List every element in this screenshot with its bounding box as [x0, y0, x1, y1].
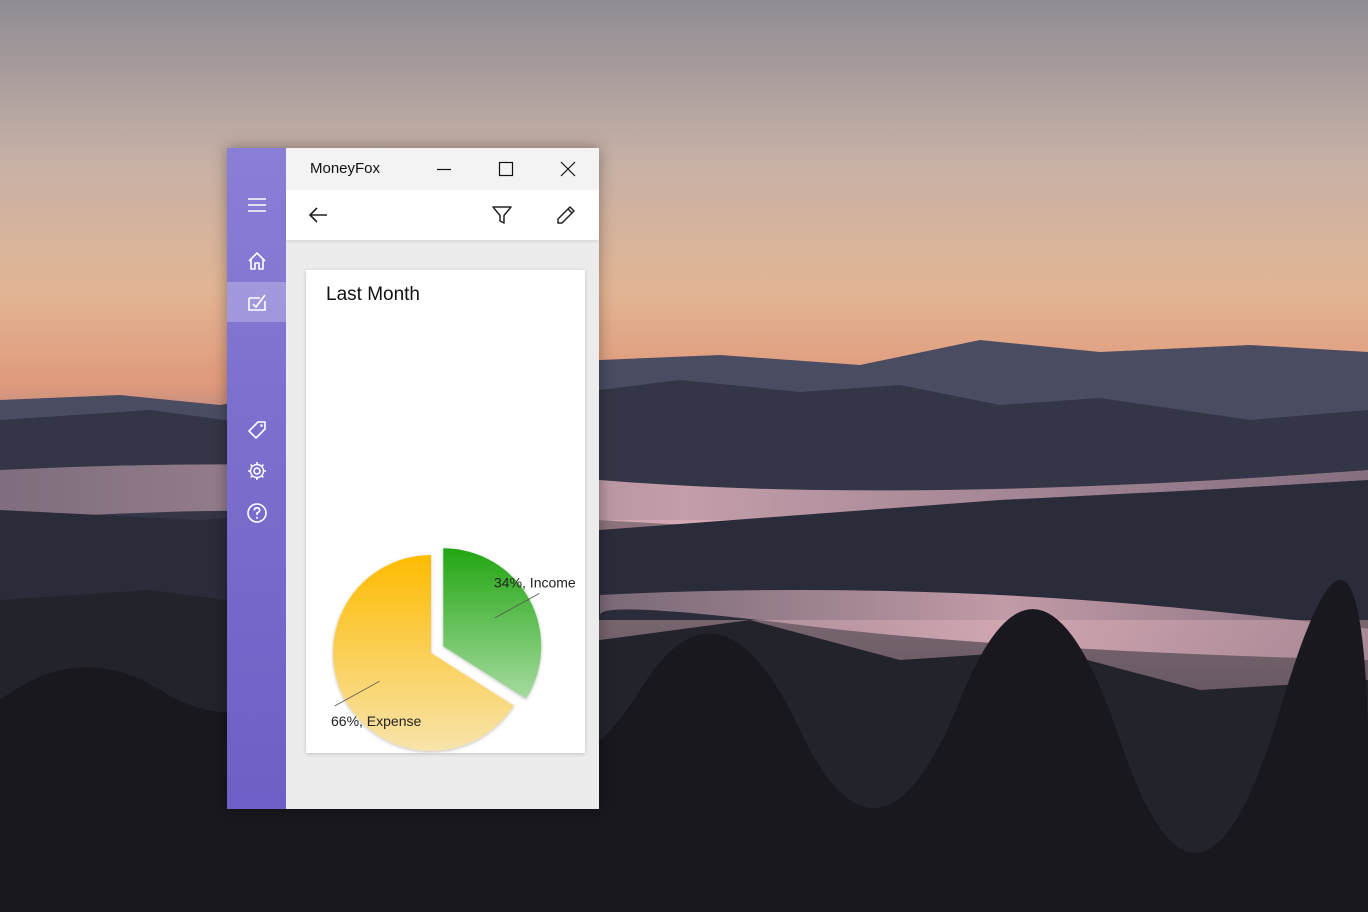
help-icon — [246, 503, 267, 523]
title-bar: MoneyFox — [286, 148, 599, 190]
pencil-icon — [557, 206, 575, 224]
edit-button[interactable] — [546, 195, 586, 235]
maximize-icon — [498, 161, 514, 177]
filter-button[interactable] — [482, 195, 522, 235]
nav-item-settings[interactable] — [227, 451, 286, 491]
hamburger-menu-button[interactable] — [227, 185, 286, 225]
hamburger-menu-icon — [247, 198, 266, 212]
close-button[interactable] — [537, 148, 599, 190]
statistic-card: Last Month 34%, Income 66%, Expense — [306, 270, 585, 753]
pie-chart: 34%, Income 66%, Expense — [331, 548, 576, 751]
data-label-expense: 66%, Expense — [331, 713, 421, 729]
maximize-button[interactable] — [475, 148, 537, 190]
nav-item-categories[interactable] — [227, 410, 286, 450]
tag-icon — [247, 421, 266, 439]
nav-item-home[interactable] — [227, 241, 286, 281]
close-icon — [560, 161, 576, 177]
nav-item-about[interactable] — [227, 493, 286, 533]
navigation-rail — [227, 148, 286, 809]
moneyfox-window: MoneyFox Last Month 34%, Income 66%, Exp… — [227, 148, 599, 809]
gear-icon — [247, 462, 266, 480]
filter-icon — [492, 206, 512, 224]
back-arrow-icon — [308, 207, 327, 223]
nav-item-statistics[interactable] — [227, 282, 286, 322]
home-icon — [247, 252, 266, 270]
minimize-button[interactable] — [413, 148, 475, 190]
command-bar — [286, 190, 599, 240]
window-title: MoneyFox — [310, 160, 381, 177]
minimize-icon — [437, 168, 451, 171]
desktop-wallpaper — [0, 0, 1368, 912]
data-label-income: 34%, Income — [494, 574, 576, 590]
statistics-icon — [247, 294, 266, 311]
back-button[interactable] — [298, 195, 338, 235]
